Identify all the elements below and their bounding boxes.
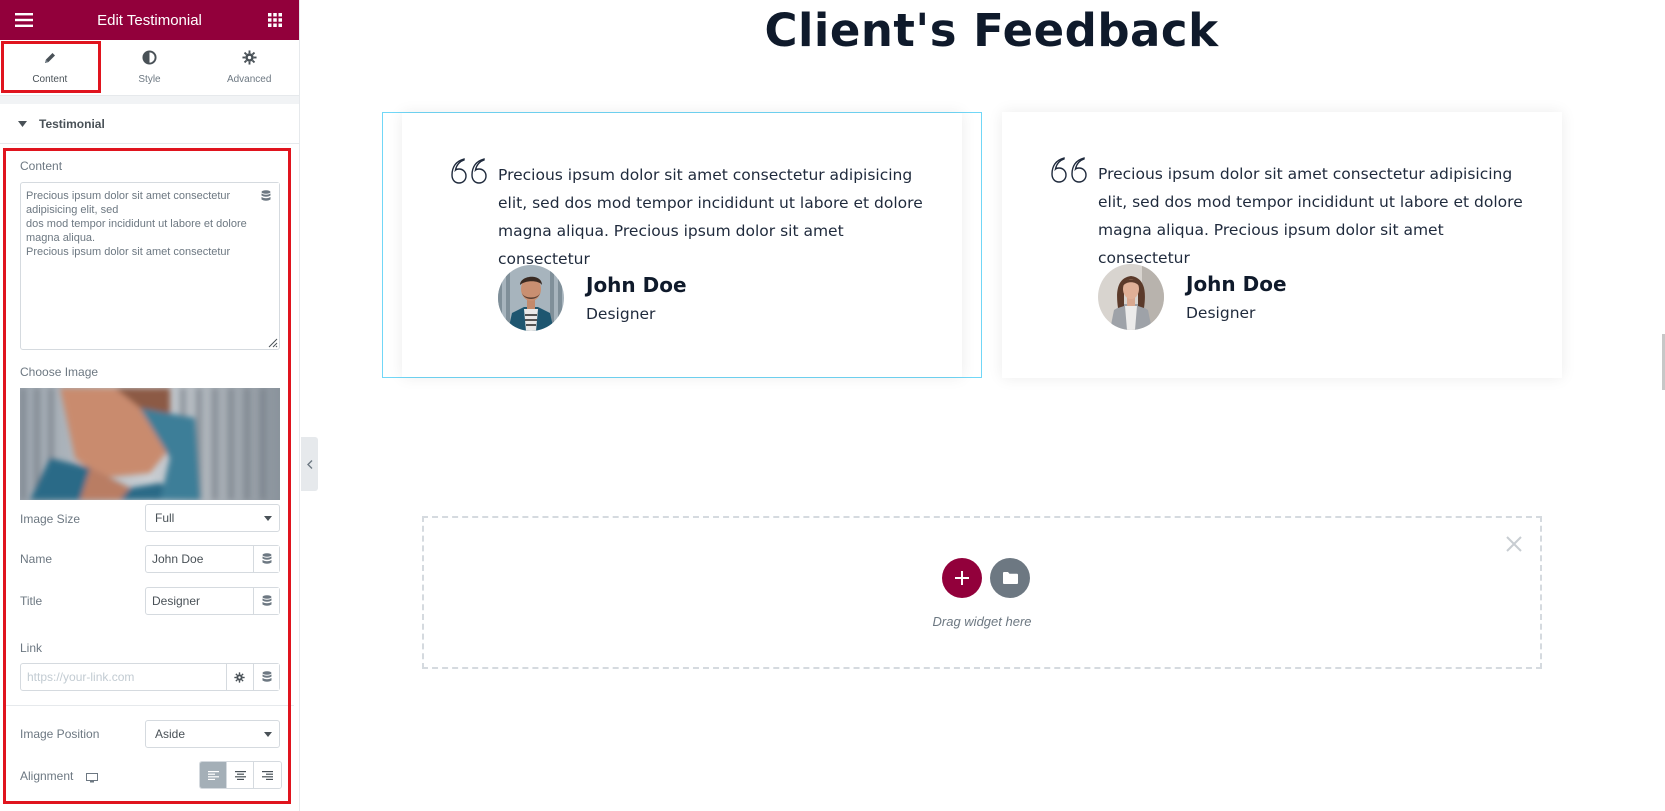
align-right-button[interactable] (254, 762, 281, 788)
plus-icon (955, 571, 969, 585)
quote-icon (1050, 156, 1088, 189)
testimonial-name: John Doe (1186, 272, 1287, 296)
testimonial-widget-selected[interactable]: Precious ipsum dolor sit amet consectetu… (382, 112, 982, 378)
image-size-value: Full (155, 511, 175, 525)
page-title: Client's Feedback (764, 4, 1219, 57)
dynamic-tags-icon[interactable] (253, 546, 279, 572)
grid-icon[interactable] (263, 8, 287, 32)
testimonial-card: Precious ipsum dolor sit amet consectetu… (402, 113, 962, 377)
content-label: Content (20, 159, 63, 173)
dynamic-tags-icon[interactable] (253, 588, 279, 614)
section-toggle-testimonial[interactable]: Testimonial (0, 104, 299, 144)
image-size-label: Image Size (20, 512, 81, 526)
align-center-icon (234, 770, 246, 780)
image-position-select[interactable]: Aside (145, 720, 280, 748)
align-right-icon (262, 770, 273, 780)
gear-icon (242, 50, 257, 68)
title-input[interactable] (146, 588, 251, 614)
editor-panel: Edit Testimonial Content Style Advanced … (0, 0, 300, 811)
image-size-select[interactable]: Full (145, 504, 280, 532)
image-position-label: Image Position (20, 727, 100, 741)
align-center-button[interactable] (227, 762, 254, 788)
title-field-group (145, 587, 280, 615)
add-section-button[interactable] (942, 558, 982, 598)
hamburger-icon[interactable] (12, 8, 36, 32)
content-textarea[interactable]: Precious ipsum dolor sit amet consectetu… (20, 182, 280, 350)
link-label: Link (20, 641, 43, 655)
name-label: Name (20, 552, 53, 566)
tab-style-label: Style (138, 74, 161, 85)
man-photo-image (20, 388, 280, 500)
choose-image-label: Choose Image (20, 365, 99, 379)
tab-content-label: Content (32, 73, 68, 85)
name-input[interactable] (146, 546, 251, 572)
tab-content[interactable]: Content (0, 40, 100, 95)
alignment-choices (199, 761, 282, 789)
chevron-down-icon (264, 516, 272, 521)
add-section-dropzone[interactable]: Drag widget here (422, 516, 1542, 669)
section-title: Testimonial (39, 116, 105, 131)
collapse-panel-button[interactable] (301, 437, 318, 491)
alignment-label: Alignment (20, 769, 74, 783)
panel-header: Edit Testimonial (0, 0, 299, 40)
add-template-button[interactable] (990, 558, 1030, 598)
quote-icon (450, 157, 488, 190)
tab-advanced[interactable]: Advanced (199, 40, 299, 95)
avatar (498, 265, 564, 331)
dynamic-tags-icon[interactable] (252, 183, 279, 209)
desktop-icon[interactable] (86, 770, 98, 788)
panel-title: Edit Testimonial (97, 11, 202, 29)
resize-handle-icon[interactable] (268, 338, 278, 348)
chevron-left-icon (306, 459, 312, 469)
dropzone-hint: Drag widget here (932, 614, 1032, 629)
image-position-value: Aside (155, 727, 186, 741)
dynamic-tags-icon[interactable] (253, 664, 279, 690)
title-label: Title (20, 594, 43, 608)
testimonial-text: Precious ipsum dolor sit amet consectetu… (498, 166, 923, 268)
panel-tabs: Content Style Advanced (0, 40, 299, 96)
man-avatar-image (498, 265, 564, 331)
preview-canvas: Client's Feedback Precious ipsum dolor s… (318, 0, 1665, 811)
align-left-icon (207, 770, 219, 780)
section-controls: Content Precious ipsum dolor sit amet co… (0, 144, 299, 811)
folder-icon (1002, 572, 1018, 584)
tab-style[interactable]: Style (100, 40, 200, 95)
tab-advanced-label: Advanced (226, 74, 272, 85)
link-input[interactable] (21, 664, 221, 690)
avatar (1098, 264, 1164, 330)
caret-down-icon (18, 120, 27, 127)
chevron-down-icon (264, 732, 272, 737)
testimonial-job-title: Designer (586, 305, 656, 323)
divider (6, 705, 294, 706)
align-left-button[interactable] (200, 762, 227, 788)
testimonial-job-title: Designer (1186, 304, 1256, 322)
name-field-group (145, 545, 280, 573)
half-circle-icon (142, 50, 157, 68)
testimonial-name: John Doe (586, 273, 687, 297)
testimonial-card[interactable]: Precious ipsum dolor sit amet consectetu… (1002, 112, 1562, 378)
close-icon[interactable] (1506, 536, 1522, 557)
link-field-group (20, 663, 280, 691)
link-options-gear-icon[interactable] (226, 664, 252, 690)
woman-avatar-image (1098, 264, 1164, 330)
image-preview[interactable] (20, 388, 280, 500)
testimonial-text: Precious ipsum dolor sit amet consectetu… (1098, 165, 1523, 267)
pencil-icon (43, 51, 57, 68)
